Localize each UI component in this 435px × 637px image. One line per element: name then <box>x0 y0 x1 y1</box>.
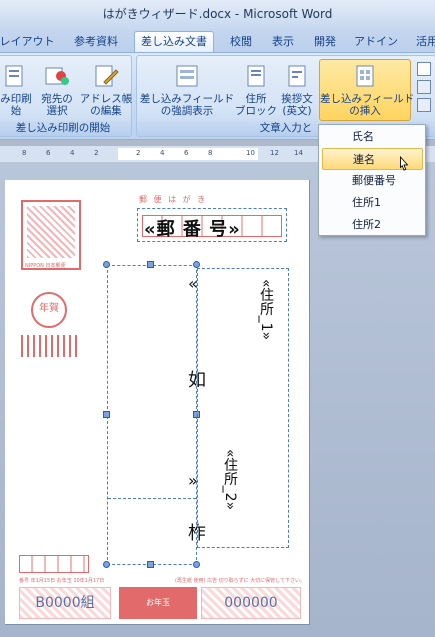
select-recipients-button[interactable]: 宛先の 選択 <box>33 60 81 117</box>
lottery-number-box: 000000 <box>201 587 301 619</box>
mouse-cursor-icon <box>400 155 409 171</box>
nenga-seal: 年賀 <box>31 292 67 328</box>
stamp-text: NIPPON 日本郵便 <box>25 263 66 269</box>
tab-addins[interactable]: アドイン <box>352 32 400 52</box>
tab-references[interactable]: 参考資料 <box>68 32 124 52</box>
greeting-line-icon <box>288 65 306 87</box>
tab-view[interactable]: 表示 <box>266 32 300 52</box>
lottery-group-box: B0000組 <box>19 587 111 619</box>
inner-split-line <box>108 498 196 499</box>
resize-handle[interactable] <box>103 411 110 418</box>
resize-handle[interactable] <box>103 261 110 268</box>
postal-code-box[interactable]: «郵 番 号» <box>137 208 287 242</box>
address-block-button[interactable]: 住所 ブロック <box>233 60 279 117</box>
edit-recipient-list-button[interactable]: アドレス帳 の編集 <box>79 60 133 117</box>
sender-postal-boxes <box>19 555 89 573</box>
tab-review[interactable]: 校閲 <box>224 32 258 52</box>
window-title-bar: はがきウィザード.docx - Microsoft Word <box>0 0 435 30</box>
menu-item-address2[interactable]: 住所2 <box>322 214 423 236</box>
postal-code-field: «郵 番 号» <box>144 219 241 240</box>
small-update-labels-icon[interactable] <box>417 98 431 112</box>
mail-merge-icon <box>5 65 23 87</box>
group-start-mail-merge: み印刷 始 宛先の 選択 アドレス帳 の編集 差し込み印刷の開始 <box>0 55 132 137</box>
insert-field-icon <box>356 65 374 87</box>
group-label-start-mail-merge: 差し込み印刷の開始 <box>0 121 131 136</box>
address-textbox[interactable]: «住所_1» «住所_2» <box>197 268 289 548</box>
postcard-page[interactable]: NIPPON 日本郵便 年賀 郵 便 は が き «郵 番 号» « 如 » 柞 <box>5 180 310 625</box>
resize-handle[interactable] <box>193 561 200 568</box>
otoshidama-label: お年玉 <box>146 598 170 607</box>
greeting-line-button[interactable]: 挨拶文 (英文) <box>277 60 317 117</box>
resize-handle[interactable] <box>193 261 200 268</box>
lottery-note-left: 番号 年1月15日 お年玉 10年1月17日 <box>19 578 105 584</box>
tab-layout[interactable]: レイアウト <box>0 32 58 52</box>
window-title: はがきウィザード.docx - Microsoft Word <box>102 7 333 21</box>
ribbon-tabs: レイアウト 参考資料 差し込み文書 校閲 表示 開発 アドイン 活用 <box>0 30 435 53</box>
menu-item-postal-code[interactable]: 郵便番号 <box>322 170 423 192</box>
resize-handle[interactable] <box>103 561 110 568</box>
recipients-icon <box>45 67 69 85</box>
lottery-group-code: B0000組 <box>35 595 95 611</box>
address1-field: «住所_1» <box>258 279 274 341</box>
lottery-note-right: (再生紙 使用) 広告 切り取らずに 大切に保管して下さい。 <box>175 578 306 584</box>
insert-merge-field-menu: 氏名 連名 郵便番号 住所1 住所2 <box>318 124 426 236</box>
start-mail-merge-button[interactable]: み印刷 始 <box>0 60 37 117</box>
small-rules-icon[interactable] <box>417 62 431 76</box>
seal-lines <box>21 335 81 357</box>
menu-item-name[interactable]: 氏名 <box>322 126 423 148</box>
tab-mailings[interactable]: 差し込み文書 <box>134 31 214 53</box>
resize-handle[interactable] <box>147 561 154 568</box>
stamp-illustration <box>27 206 75 258</box>
address2-field: «住所_2» <box>222 449 238 511</box>
lottery-number: 000000 <box>224 595 278 611</box>
highlight-merge-fields-button[interactable]: 差し込みフィールド の強調表示 <box>139 60 235 117</box>
nenga-text: 年賀 <box>39 303 59 314</box>
address-book-icon <box>95 65 119 87</box>
tab-utilize[interactable]: 活用 <box>410 32 435 52</box>
postcard-header: 郵 便 は が き <box>139 195 208 204</box>
insert-merge-field-button[interactable]: 差し込みフィールド の挿入 ▼ <box>319 59 414 128</box>
name-textbox[interactable]: « 如 » 柞 <box>107 265 206 565</box>
address-block-icon <box>247 65 265 87</box>
small-match-fields-icon[interactable] <box>417 80 431 94</box>
otoshidama-seal: お年玉 <box>119 587 197 619</box>
tab-developer[interactable]: 開発 <box>308 32 342 52</box>
menu-item-address1[interactable]: 住所1 <box>322 192 423 214</box>
resize-handle[interactable] <box>147 261 154 268</box>
stamp-area: NIPPON 日本郵便 <box>21 200 81 270</box>
highlight-fields-icon <box>176 65 198 87</box>
